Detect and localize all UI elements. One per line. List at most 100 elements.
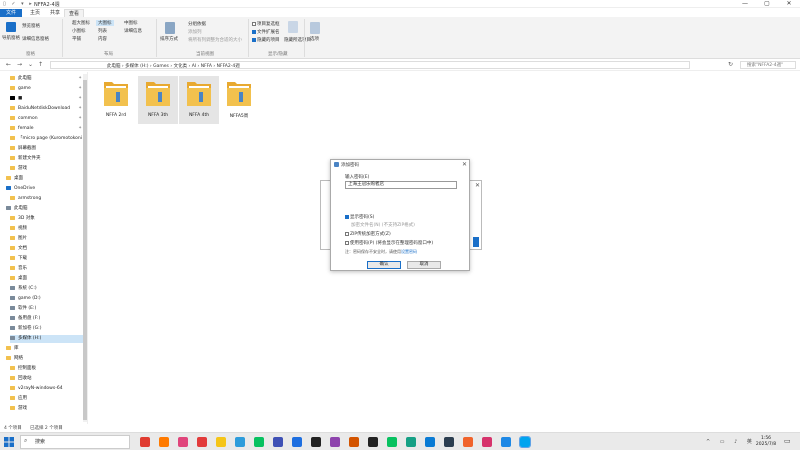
forward-button[interactable]: → bbox=[17, 61, 22, 68]
sidebar-item[interactable]: BaiduNetdiskDownload ✦ bbox=[10, 105, 84, 113]
taskbar-app-icon[interactable] bbox=[387, 437, 397, 447]
sidebar-item[interactable]: 软件 (E:) bbox=[10, 305, 84, 313]
search-input[interactable]: 搜索"NFFA2-4週" bbox=[740, 61, 796, 69]
taskbar-app-icon[interactable] bbox=[330, 437, 340, 447]
zip-legacy-checkbox[interactable]: ZIP传统加密方式(Z) bbox=[345, 231, 391, 237]
sidebar-item[interactable]: 游戏 bbox=[10, 405, 84, 413]
show-password-checkbox[interactable]: 显示密码(S) bbox=[345, 214, 374, 220]
notification-icon[interactable]: ▭ bbox=[784, 437, 791, 445]
sidebar-item[interactable]: 3D 对象 bbox=[10, 215, 84, 223]
sidebar-item[interactable]: common ✦ bbox=[10, 115, 84, 123]
background-dialog-close[interactable]: ✕ bbox=[475, 182, 480, 189]
ok-button[interactable]: 确认 bbox=[367, 261, 401, 269]
background-dialog-button[interactable] bbox=[473, 237, 479, 247]
sidebar-item[interactable]: v2rayN-windows-64 bbox=[10, 385, 84, 393]
tab-share[interactable]: 共享 bbox=[46, 9, 64, 17]
nav-pane-button[interactable]: 导航窗格 bbox=[2, 35, 20, 41]
taskbar-app-icon[interactable] bbox=[311, 437, 321, 447]
taskbar-app-icon[interactable] bbox=[197, 437, 207, 447]
item-checkboxes-toggle[interactable]: 项目复选框 bbox=[252, 21, 280, 27]
taskbar-app-icon[interactable] bbox=[406, 437, 416, 447]
taskbar-app-icon[interactable] bbox=[463, 437, 473, 447]
hidden-items-toggle[interactable]: 隐藏的项目 bbox=[252, 37, 280, 43]
sidebar-item[interactable]: 「micro page (Kuromotokoni bbox=[10, 135, 84, 143]
taskbar-app-icon[interactable] bbox=[254, 437, 264, 447]
sidebar-item[interactable]: 文档 bbox=[10, 245, 84, 253]
details-pane-button[interactable]: 详细信息窗格 bbox=[22, 36, 49, 42]
taskbar-app-icon[interactable] bbox=[159, 437, 169, 447]
fit-columns-button[interactable]: 将所有列调整为合适的大小 bbox=[188, 37, 242, 43]
layout-details[interactable]: 详细信息 bbox=[124, 28, 142, 34]
sidebar-item[interactable]: female ✦ bbox=[10, 125, 84, 133]
tab-file[interactable]: 文件 bbox=[0, 9, 22, 17]
sidebar-item[interactable]: ■ ✦ bbox=[10, 95, 84, 103]
sidebar-item[interactable]: OneDrive bbox=[6, 185, 80, 193]
taskbar-app-icon[interactable] bbox=[368, 437, 378, 447]
layout-medium-icons[interactable]: 中图标 bbox=[124, 20, 138, 26]
sidebar-item[interactable]: armstrong bbox=[10, 195, 84, 203]
layout-tiles[interactable]: 平铺 bbox=[72, 36, 81, 42]
minimize-button[interactable]: — bbox=[734, 0, 756, 8]
sidebar-item[interactable]: 备用盘 (F:) bbox=[10, 315, 84, 323]
taskbar-app-icon[interactable] bbox=[273, 437, 283, 447]
taskbar-app-icon[interactable] bbox=[519, 436, 531, 448]
set-password-link[interactable]: 设置密码 bbox=[401, 249, 417, 254]
sidebar-item[interactable]: 图片 bbox=[10, 235, 84, 243]
sidebar-item[interactable]: 应用 bbox=[10, 395, 84, 403]
add-columns-button[interactable]: 添加列 bbox=[188, 29, 202, 35]
taskbar-app-icon[interactable] bbox=[178, 437, 188, 447]
layout-xl-icons[interactable]: 超大图标 bbox=[72, 20, 90, 26]
sidebar-item[interactable]: 新加卷 (G:) bbox=[10, 325, 84, 333]
password-input[interactable]: 上海王冠乐购者店 bbox=[345, 181, 457, 189]
tab-home[interactable]: 主页 bbox=[26, 9, 44, 17]
preview-pane-button[interactable]: 预览窗格 bbox=[22, 23, 40, 29]
sidebar-item[interactable]: 此电脑 bbox=[6, 205, 80, 213]
folder-item[interactable]: NFFA5周 bbox=[219, 76, 259, 124]
sidebar-item[interactable]: 桌面 bbox=[10, 275, 84, 283]
sidebar-item[interactable]: 控制面板 bbox=[10, 365, 84, 373]
maximize-button[interactable]: ▢ bbox=[756, 0, 778, 8]
start-button[interactable] bbox=[4, 437, 14, 447]
taskbar-app-icon[interactable] bbox=[444, 437, 454, 447]
sidebar-item[interactable]: 系统 (C:) bbox=[10, 285, 84, 293]
sidebar-item[interactable]: 网络 bbox=[6, 355, 80, 363]
sidebar-item[interactable]: game ✦ bbox=[10, 85, 84, 93]
options-button[interactable]: 选项 bbox=[310, 36, 319, 42]
layout-small-icons[interactable]: 小图标 bbox=[72, 28, 86, 34]
address-field[interactable]: 此电脑 › 多媒体 (H:) › Games › 文化类 › AI › NFFA… bbox=[50, 61, 690, 69]
refresh-button[interactable]: ↻ bbox=[728, 61, 733, 68]
taskbar-app-icon[interactable] bbox=[235, 437, 245, 447]
tab-view[interactable]: 查看 bbox=[64, 9, 85, 17]
recent-locations-button[interactable]: ⌄ bbox=[28, 61, 33, 68]
use-password-manager-checkbox[interactable]: 使用密码(P) (将会显示在整理密码窗口中) bbox=[345, 240, 433, 246]
sort-by-button[interactable]: 排序方式 bbox=[160, 36, 178, 42]
dialog-close-button[interactable]: ✕ bbox=[462, 161, 467, 168]
up-button[interactable]: ↑ bbox=[38, 61, 43, 68]
taskbar-app-icon[interactable] bbox=[140, 437, 150, 447]
folder-item[interactable]: NFFA 2rd bbox=[96, 76, 136, 124]
sidebar-item[interactable]: 音乐 bbox=[10, 265, 84, 273]
quick-access-toolbar[interactable]: ▯ ✓ ▾ ▸ bbox=[3, 1, 34, 7]
hide-selected-button[interactable]: 隐藏所选项目 bbox=[284, 37, 311, 43]
taskbar-app-icon[interactable] bbox=[501, 437, 511, 447]
sidebar-item[interactable]: 回收站 bbox=[10, 375, 84, 383]
sidebar-item[interactable]: 此电脑 ✦ bbox=[10, 75, 84, 83]
taskbar-search[interactable]: 搜索 bbox=[20, 435, 130, 449]
group-by-button[interactable]: 分组依据 bbox=[188, 21, 206, 27]
sidebar-item[interactable]: 新建文件夹 bbox=[10, 155, 84, 163]
folder-item[interactable]: NFFA 4th bbox=[179, 76, 219, 124]
sidebar-item[interactable]: 下载 bbox=[10, 255, 84, 263]
file-extensions-toggle[interactable]: 文件扩展名 bbox=[252, 29, 280, 35]
taskbar-app-icon[interactable] bbox=[349, 437, 359, 447]
sidebar-item[interactable]: game (D:) bbox=[10, 295, 84, 303]
system-tray[interactable]: ^ ▭ ♪ 英 bbox=[706, 438, 756, 445]
taskbar-app-icon[interactable] bbox=[216, 437, 226, 447]
back-button[interactable]: ← bbox=[6, 61, 11, 68]
layout-large-icons[interactable]: 大图标 bbox=[96, 20, 114, 26]
folder-item[interactable]: NFFA 3th bbox=[138, 76, 178, 124]
sidebar-item[interactable]: 屏幕截图 bbox=[10, 145, 84, 153]
breadcrumb[interactable]: 此电脑 › 多媒体 (H:) › Games › 文化类 › AI › NFFA… bbox=[107, 63, 240, 69]
sidebar-item[interactable]: 视频 bbox=[10, 225, 84, 233]
close-button[interactable]: ✕ bbox=[778, 0, 800, 8]
layout-content[interactable]: 内容 bbox=[98, 36, 107, 42]
